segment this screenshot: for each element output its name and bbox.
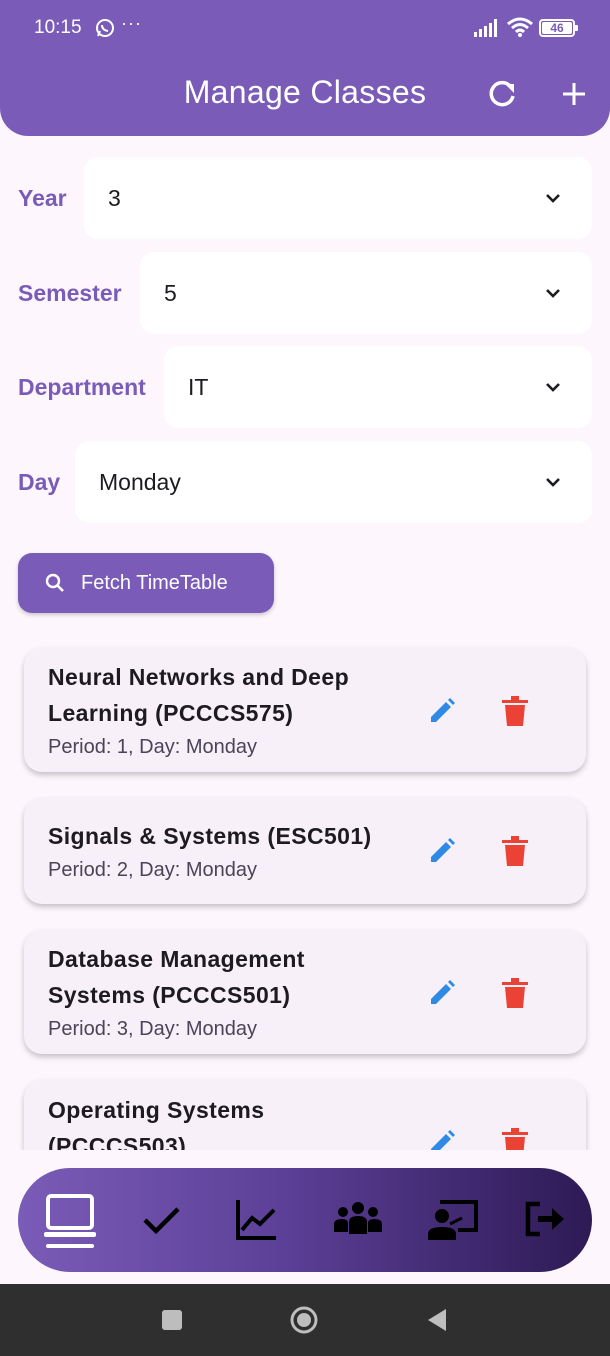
class-name: Operating Systems (PCCCS503) xyxy=(48,1097,265,1150)
chevron-down-icon xyxy=(546,478,560,487)
battery-level: 46 xyxy=(550,21,564,35)
fetch-timetable-button[interactable]: Fetch TimeTable xyxy=(18,553,274,613)
day-value: Monday xyxy=(99,469,181,495)
year-dropdown[interactable]: 3 xyxy=(84,157,592,239)
class-card[interactable]: Signals & Systems (ESC501) Period: 2, Da… xyxy=(24,798,586,904)
battery-icon: 46 xyxy=(539,19,578,37)
chevron-down-icon xyxy=(546,194,560,203)
app-bar: 10:15 ··· 46 Manage Classes xyxy=(0,0,610,136)
edit-icon[interactable] xyxy=(427,836,457,866)
class-period-day: Period: 1, Day: Monday xyxy=(48,736,257,758)
year-label: Year xyxy=(18,185,67,211)
wifi-icon xyxy=(507,17,533,37)
bottom-navigation xyxy=(18,1168,592,1272)
check-icon[interactable] xyxy=(136,1194,186,1244)
delete-icon[interactable] xyxy=(500,1127,530,1150)
delete-icon[interactable] xyxy=(500,977,530,1009)
class-list[interactable]: Neural Networks and Deep Learning (PCCCS… xyxy=(0,630,610,1150)
status-time: 10:15 xyxy=(34,17,82,38)
department-label: Department xyxy=(18,374,146,400)
edit-icon[interactable] xyxy=(427,978,457,1008)
class-name: Database Management Systems (PCCCS501) xyxy=(48,946,305,1008)
semester-label: Semester xyxy=(18,280,122,306)
back-icon[interactable] xyxy=(424,1306,452,1334)
search-icon xyxy=(45,573,64,592)
refresh-icon[interactable] xyxy=(484,76,520,112)
class-period-day: Period: 3, Day: Monday xyxy=(48,1018,257,1040)
semester-value: 5 xyxy=(164,280,177,306)
analytics-icon[interactable] xyxy=(232,1194,282,1244)
class-card[interactable]: Database Management Systems (PCCCS501) P… xyxy=(24,930,586,1054)
day-dropdown[interactable]: Monday xyxy=(75,441,592,523)
delete-icon[interactable] xyxy=(500,835,530,867)
year-value: 3 xyxy=(108,185,121,211)
class-name: Signals & Systems (ESC501) xyxy=(48,823,372,849)
edit-icon[interactable] xyxy=(427,696,457,726)
fetch-timetable-label: Fetch TimeTable xyxy=(81,572,228,594)
edit-icon[interactable] xyxy=(427,1128,457,1150)
home-icon[interactable] xyxy=(290,1306,318,1334)
recents-icon[interactable] xyxy=(158,1306,186,1334)
groups-icon[interactable] xyxy=(330,1194,386,1244)
class-card[interactable]: Operating Systems (PCCCS503) xyxy=(24,1080,586,1150)
more-notifications-icon: ··· xyxy=(121,13,142,33)
teacher-icon[interactable] xyxy=(426,1194,482,1244)
status-bar: 10:15 ··· 46 xyxy=(0,0,610,58)
department-value: IT xyxy=(188,374,209,400)
signal-icon xyxy=(474,19,497,37)
department-dropdown[interactable]: IT xyxy=(164,346,592,428)
delete-icon[interactable] xyxy=(500,695,530,727)
logout-icon[interactable] xyxy=(520,1194,570,1244)
class-name: Neural Networks and Deep Learning (PCCCS… xyxy=(48,664,350,726)
add-icon[interactable] xyxy=(556,76,592,112)
class-card[interactable]: Neural Networks and Deep Learning (PCCCS… xyxy=(24,648,586,772)
system-navigation-bar xyxy=(0,1284,610,1356)
whatsapp-icon xyxy=(96,19,114,37)
class-period-day: Period: 2, Day: Monday xyxy=(48,859,257,881)
classes-laptop-icon[interactable] xyxy=(42,1190,98,1250)
day-label: Day xyxy=(18,469,61,495)
chevron-down-icon xyxy=(546,289,560,298)
semester-dropdown[interactable]: 5 xyxy=(140,252,592,334)
chevron-down-icon xyxy=(546,383,560,392)
